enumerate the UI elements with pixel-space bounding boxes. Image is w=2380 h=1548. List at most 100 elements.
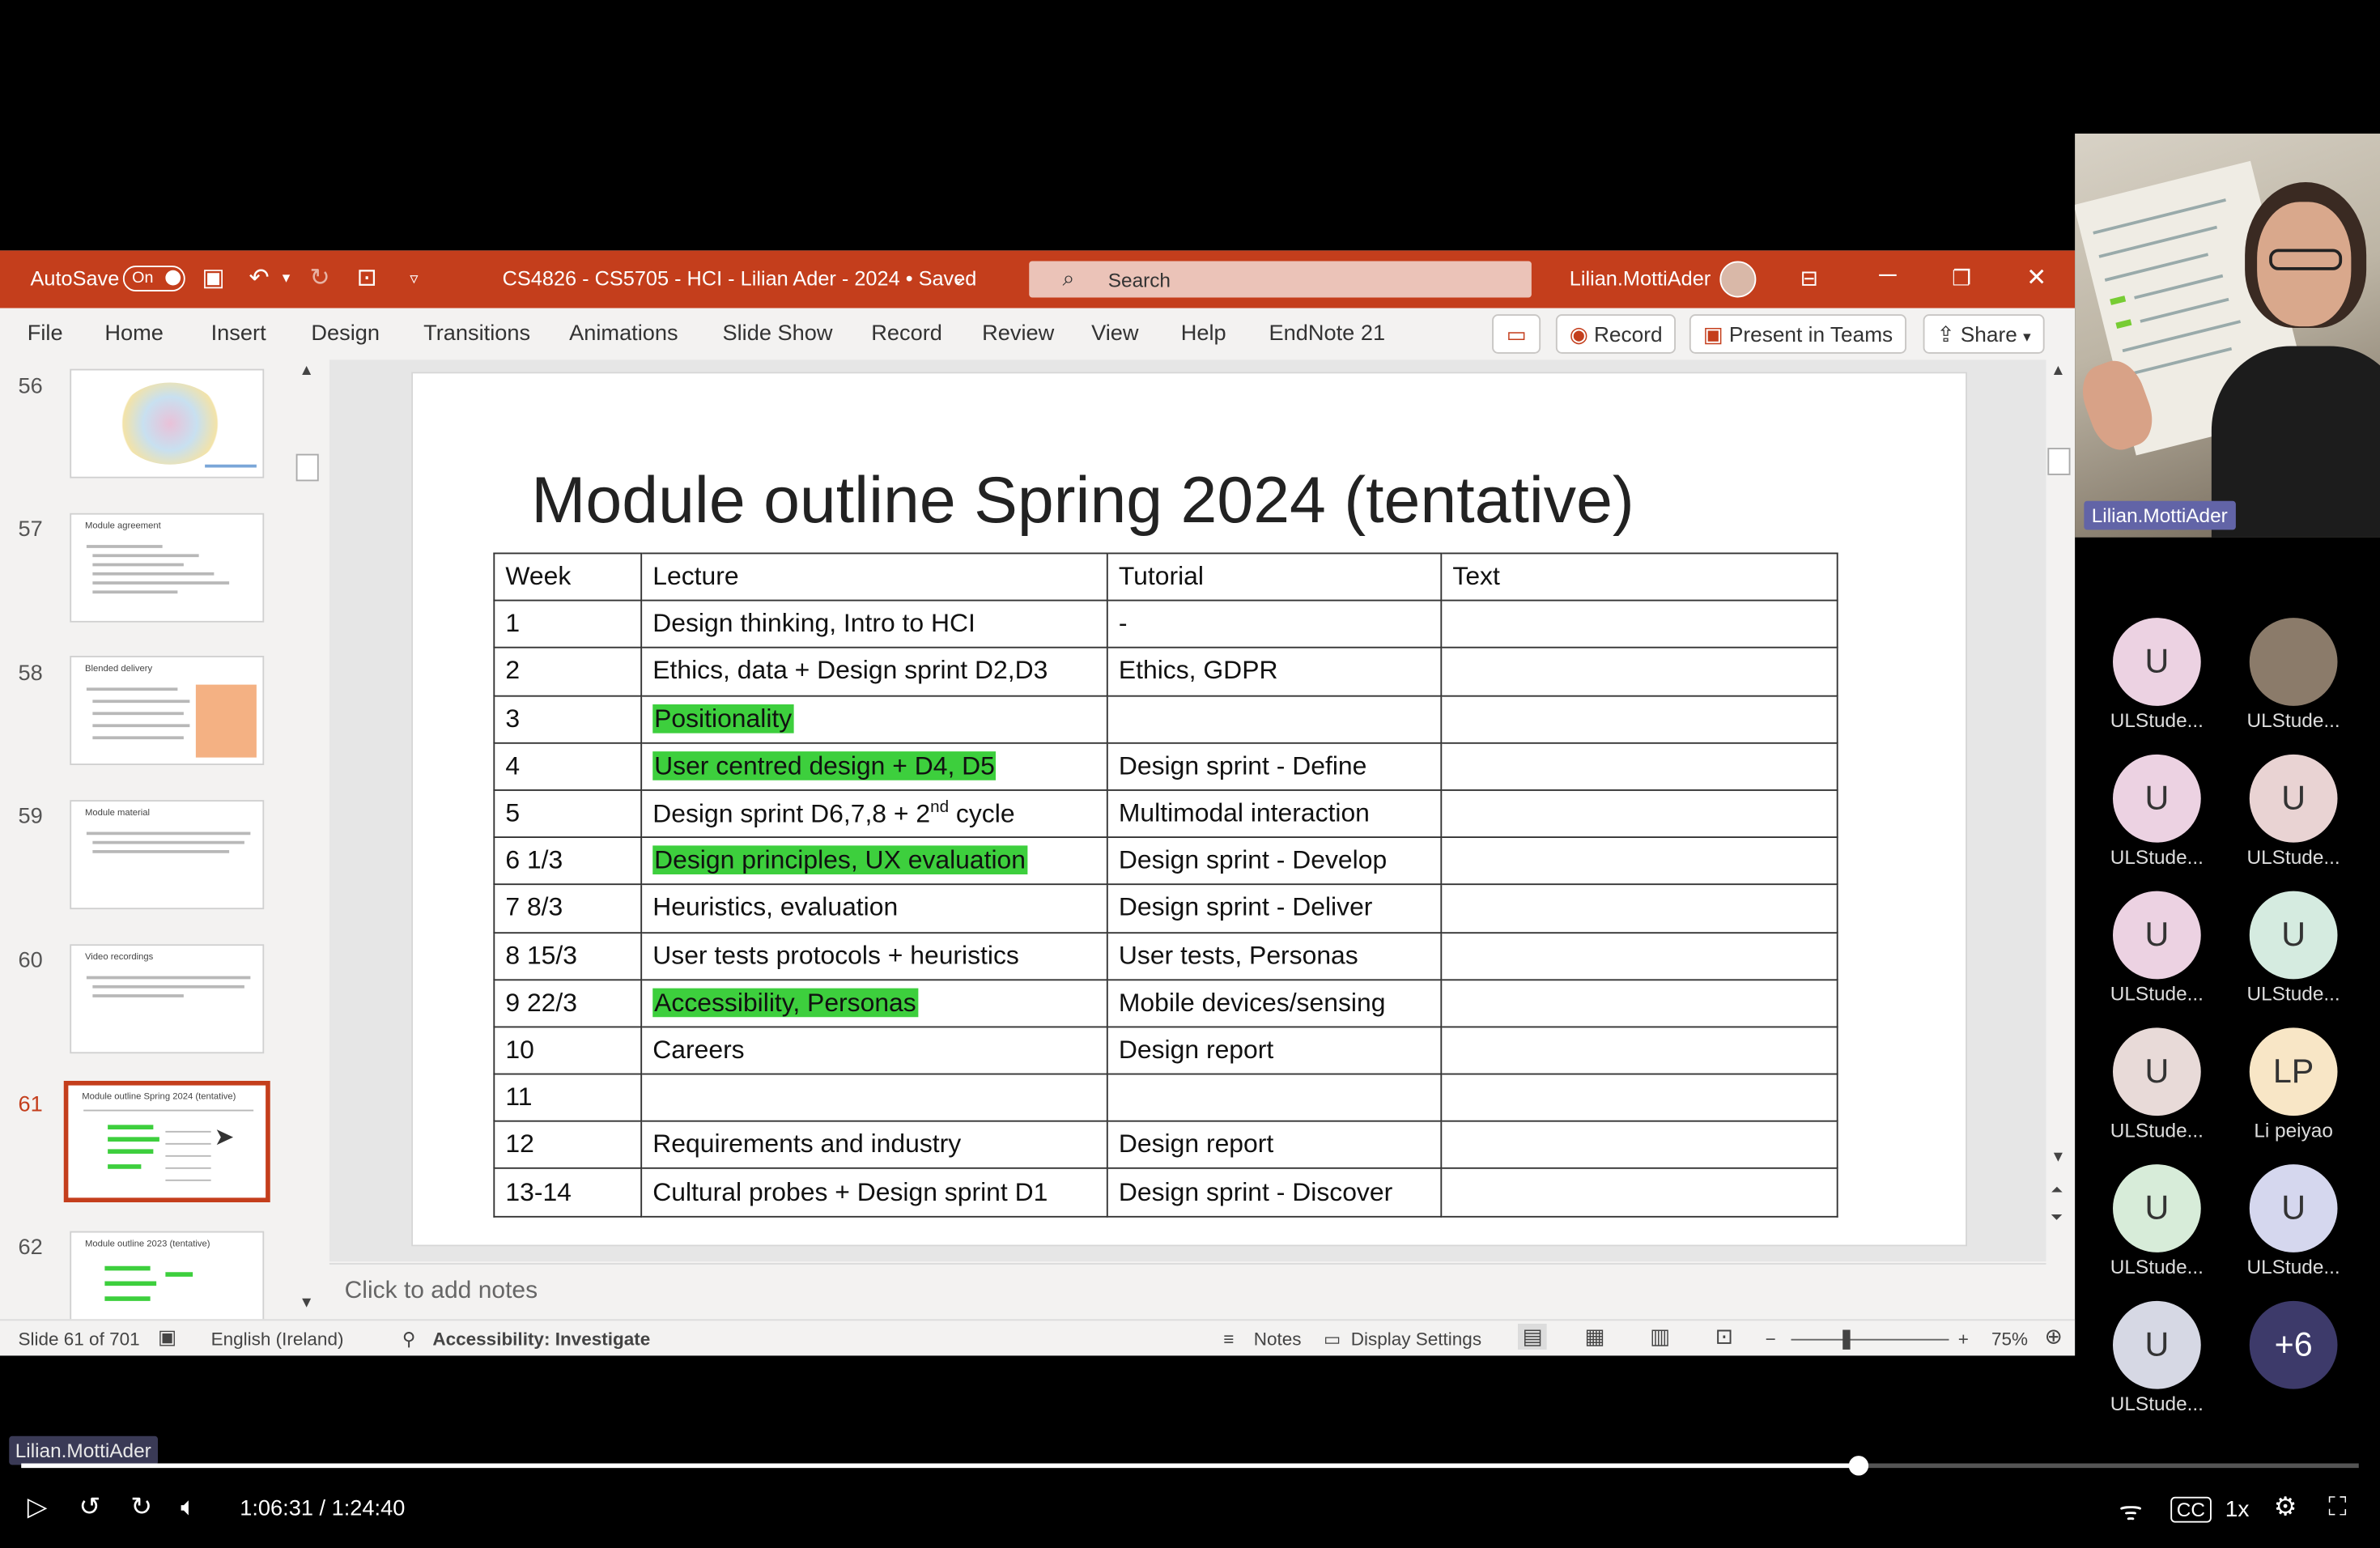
participant-tile[interactable]: U ULStude...: [2089, 754, 2225, 869]
thumbnail-slide-62[interactable]: Module outline 2023 (tentative): [70, 1231, 265, 1320]
account-avatar[interactable]: [1719, 261, 1757, 298]
record-label: Record: [1593, 321, 1663, 347]
participant-tile[interactable]: ULStude...: [2225, 618, 2362, 732]
zoom-level[interactable]: 75%: [1991, 1329, 2028, 1350]
slide-sorter-icon[interactable]: ▦: [1585, 1324, 1605, 1350]
audio-description-icon[interactable]: ᯤ: [2119, 1492, 2143, 1527]
zoom-slider-thumb[interactable]: [1842, 1329, 1851, 1350]
volume-icon[interactable]: 🔈︎: [181, 1492, 196, 1523]
search-box[interactable]: ⌕ Search: [1029, 261, 1532, 298]
zoom-in-icon[interactable]: +: [1958, 1329, 1969, 1350]
accessibility-status[interactable]: Accessibility: Investigate: [432, 1329, 650, 1350]
playback-speed[interactable]: 1x: [2225, 1497, 2250, 1523]
progress-knob[interactable]: [1849, 1456, 1869, 1476]
save-icon[interactable]: ▣: [202, 262, 224, 293]
thumbnail-scrollbar[interactable]: ▲ ▼: [294, 359, 321, 1320]
present-in-teams-button[interactable]: ▣ Present in Teams: [1689, 314, 1907, 354]
record-button[interactable]: ◉ Record: [1555, 314, 1677, 354]
current-slide[interactable]: Module outline Spring 2024 (tentative) W…: [411, 372, 1967, 1247]
participant-tile[interactable]: U ULStude...: [2089, 1027, 2225, 1142]
scroll-down-icon[interactable]: ▼: [299, 1295, 314, 1312]
reading-view-icon[interactable]: ▥: [1650, 1324, 1670, 1350]
tab-review[interactable]: Review: [982, 322, 1054, 347]
zoom-slider[interactable]: [1791, 1329, 1949, 1350]
slide-title[interactable]: Module outline Spring 2024 (tentative): [531, 465, 1634, 539]
tab-record[interactable]: Record: [871, 322, 942, 347]
undo-icon[interactable]: ↶: [249, 262, 270, 293]
title-chevron-icon[interactable]: ⌄: [952, 269, 966, 289]
display-settings-button[interactable]: Display Settings: [1351, 1329, 1481, 1350]
scroll-up-icon[interactable]: ▲: [2051, 363, 2066, 380]
settings-gear-icon[interactable]: ⚙: [2274, 1492, 2297, 1523]
tab-endnote[interactable]: EndNote 21: [1269, 322, 1386, 347]
tab-slide-show[interactable]: Slide Show: [723, 322, 833, 347]
tab-home[interactable]: Home: [104, 322, 164, 347]
customize-toolbar-icon[interactable]: ▿: [410, 269, 418, 289]
account-name[interactable]: Lilian.MottiAder: [1570, 267, 1711, 290]
scrollbar-thumb[interactable]: [295, 453, 319, 482]
scrollbar-thumb[interactable]: [2047, 448, 2071, 475]
display-settings-icon[interactable]: ▭: [1324, 1329, 1341, 1350]
play-icon[interactable]: ▷: [28, 1492, 48, 1523]
present-from-start-icon[interactable]: ⊡: [357, 262, 377, 293]
fullscreen-icon[interactable]: ⛶: [2328, 1492, 2346, 1523]
tab-insert[interactable]: Insert: [211, 322, 266, 347]
spelling-icon[interactable]: ▣: [158, 1325, 176, 1350]
participant-tile[interactable]: U ULStude...: [2089, 1300, 2225, 1415]
participant-tile[interactable]: LP Li peiyao: [2225, 1027, 2362, 1142]
forward-10-icon[interactable]: ↻: [130, 1492, 152, 1523]
tab-help[interactable]: Help: [1181, 322, 1226, 347]
normal-view-icon[interactable]: ▤: [1518, 1324, 1548, 1350]
scroll-up-icon[interactable]: ▲: [299, 363, 314, 380]
participant-tile[interactable]: U ULStude...: [2225, 754, 2362, 869]
thumbnail-slide-61-selected[interactable]: Module outline Spring 2024 (tentative) ➤: [63, 1081, 270, 1202]
module-outline-table[interactable]: Week Lecture Tutorial Text 1 Design thinking,…: [493, 552, 1838, 1218]
participant-tile[interactable]: U ULStude...: [2089, 618, 2225, 732]
tab-view[interactable]: View: [1091, 322, 1138, 347]
thumbnail-slide-58[interactable]: Blended delivery: [70, 656, 265, 765]
status-bar: Slide 61 of 701 ▣ English (Ireland) ⚲ Ac…: [0, 1319, 2076, 1356]
participant-tile[interactable]: U ULStude...: [2225, 1164, 2362, 1278]
tab-animations[interactable]: Animations: [569, 322, 678, 347]
accessibility-icon[interactable]: ⚲: [402, 1329, 415, 1350]
document-title[interactable]: CS4826 - CS5705 - HCI - Lilian Ader - 20…: [503, 267, 977, 290]
thumbnail-slide-59[interactable]: Module material: [70, 800, 265, 910]
thumbnail-slide-56[interactable]: [70, 368, 265, 478]
participant-tile[interactable]: U ULStude...: [2225, 891, 2362, 1005]
minimize-icon[interactable]: ─: [1879, 262, 1896, 290]
rewind-10-icon[interactable]: ↺: [79, 1492, 101, 1523]
slide-scrollbar[interactable]: ▲ ▼ ⏶ ⏷: [2046, 359, 2072, 1262]
restore-icon[interactable]: ❐: [1952, 266, 1971, 291]
close-icon[interactable]: ✕: [2026, 262, 2046, 293]
previous-slide-icon[interactable]: ⏶: [2051, 1183, 2063, 1200]
participant-tile[interactable]: U ULStude...: [2089, 1164, 2225, 1278]
thumbnail-slide-60[interactable]: Video recordings: [70, 944, 265, 1054]
autosave-toggle[interactable]: On: [122, 266, 185, 291]
lecture-cell: Careers: [640, 1026, 1108, 1075]
next-slide-icon[interactable]: ⏷: [2051, 1210, 2063, 1227]
ribbon-display-icon[interactable]: ⊟: [1800, 266, 1818, 291]
week-cell: 1: [493, 599, 643, 649]
captions-icon[interactable]: CC: [2170, 1496, 2212, 1523]
tab-transitions[interactable]: Transitions: [423, 322, 530, 347]
comments-button[interactable]: ▭: [1492, 314, 1541, 354]
fit-to-window-icon[interactable]: ⊕: [2045, 1324, 2063, 1350]
slideshow-view-icon[interactable]: ⊡: [1715, 1324, 1733, 1350]
notes-button[interactable]: Notes: [1254, 1329, 1302, 1350]
playback-progress-bar[interactable]: [21, 1456, 2359, 1476]
tab-file[interactable]: File: [28, 322, 63, 347]
undo-dropdown-icon[interactable]: ▾: [283, 270, 290, 287]
participant-tile[interactable]: U ULStude...: [2089, 891, 2225, 1005]
notes-icon[interactable]: ≡: [1223, 1329, 1234, 1350]
lecture-text: Design thinking, Intro to HCI: [652, 609, 975, 639]
share-button[interactable]: ⇪ Share ▾: [1923, 314, 2045, 354]
language-status[interactable]: English (Ireland): [211, 1329, 344, 1350]
scroll-down-icon[interactable]: ▼: [2051, 1149, 2066, 1166]
zoom-out-icon[interactable]: −: [1766, 1329, 1776, 1350]
more-participants-tile[interactable]: +6: [2225, 1300, 2362, 1393]
tab-design[interactable]: Design: [311, 322, 380, 347]
notes-pane[interactable]: Click to add notes: [329, 1263, 2046, 1320]
redo-icon[interactable]: ↻: [310, 262, 330, 293]
text-cell: [1440, 694, 1838, 744]
thumbnail-slide-57[interactable]: Module agreement: [70, 512, 265, 623]
